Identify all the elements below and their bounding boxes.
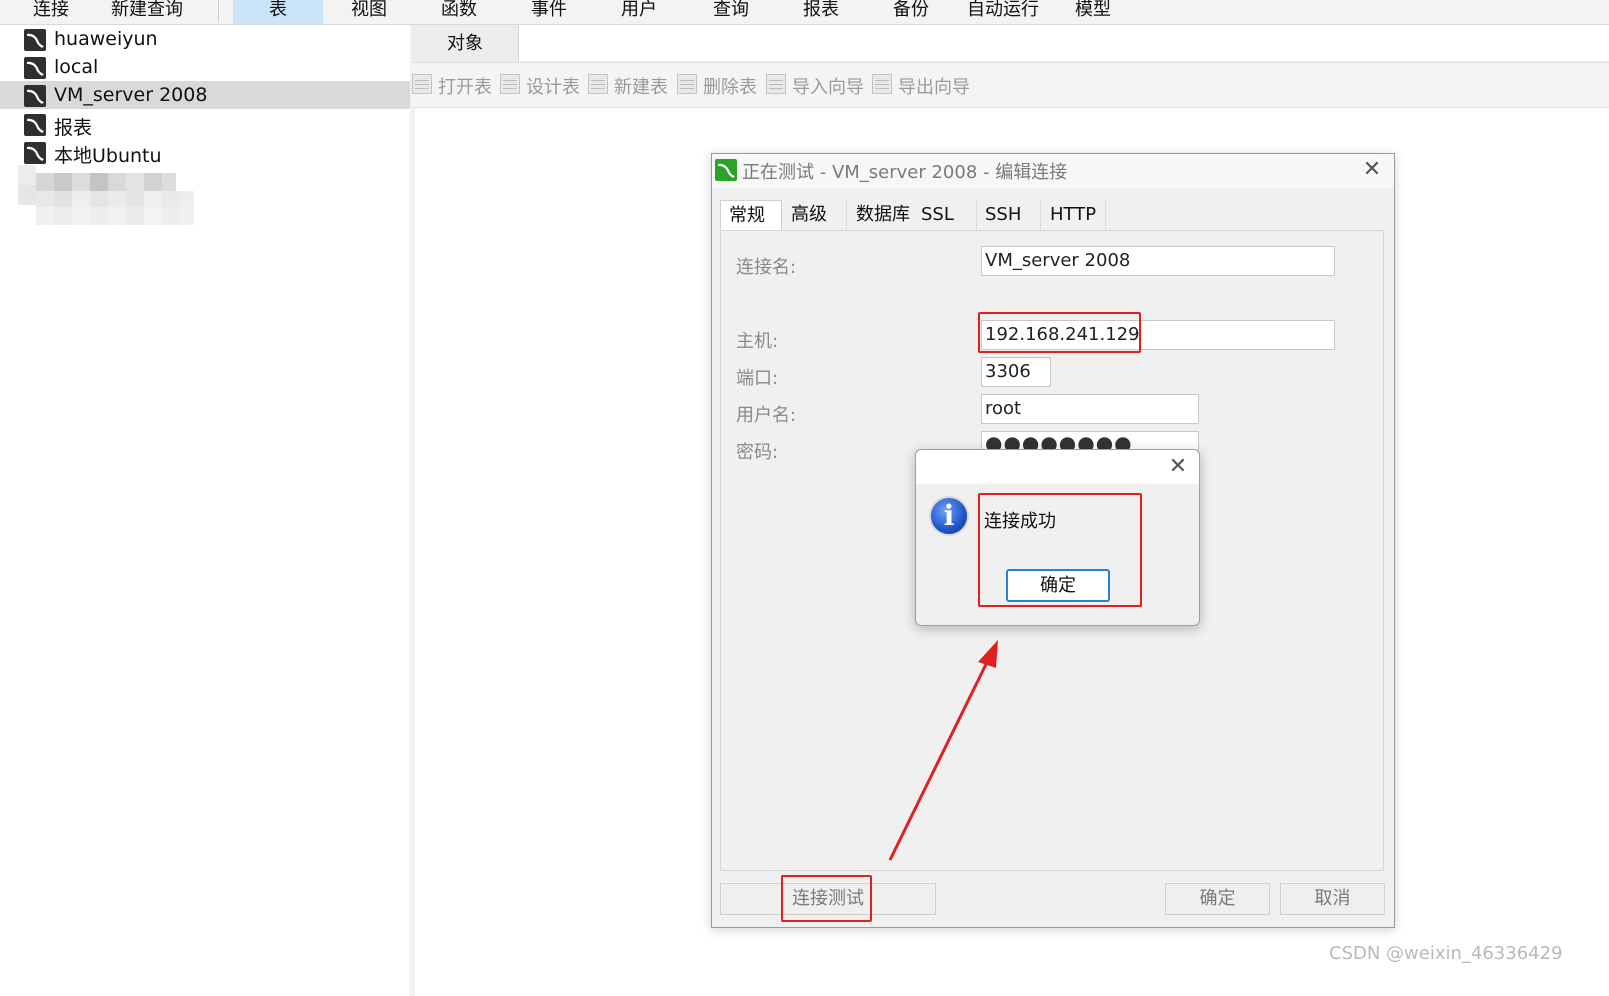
tab-strip-empty — [519, 25, 1609, 61]
tab-ssl[interactable]: SSL — [913, 200, 977, 230]
tab-database[interactable]: 数据库 — [848, 200, 914, 230]
mysql-connection-icon — [24, 85, 46, 107]
mysql-connection-icon — [24, 57, 46, 79]
host-label: 主机: — [736, 331, 779, 352]
info-icon: i — [929, 496, 969, 536]
export-wizard-icon — [872, 74, 892, 94]
object-toolbar: 打开表 设计表 新建表 删除表 导入向导 导出向导 — [412, 63, 1609, 108]
menu-view[interactable]: 视图 — [340, 0, 398, 24]
mysql-connection-icon — [24, 114, 46, 136]
menu-table[interactable]: 表 — [233, 0, 323, 24]
menu-report[interactable]: 报表 — [792, 0, 850, 24]
close-icon[interactable]: ✕ — [1166, 455, 1190, 479]
tab-http[interactable]: HTTP — [1042, 200, 1106, 230]
annotation-box-host — [978, 312, 1141, 353]
dialog-title: 正在测试 - VM_server 2008 - 编辑连接 — [742, 162, 1068, 183]
new-table-icon — [588, 74, 608, 94]
tree-item-local[interactable]: local — [0, 53, 410, 81]
menu-new-query[interactable]: 新建查询 — [100, 0, 194, 24]
tab-advanced[interactable]: 高级 — [783, 200, 847, 230]
menu-event[interactable]: 事件 — [520, 0, 578, 24]
ok-button[interactable]: 确定 — [1165, 883, 1270, 915]
tab-ssh[interactable]: SSH — [977, 200, 1041, 230]
message-title-bar: ✕ — [916, 450, 1199, 484]
password-label: 密码: — [736, 442, 779, 463]
menu-bar: 连接 新建查询 表 视图 函数 事件 用户 查询 报表 备份 自动运行 模型 — [0, 0, 1609, 25]
tree-item-label: local — [54, 56, 99, 78]
annotation-box-success — [978, 493, 1142, 607]
menu-query[interactable]: 查询 — [702, 0, 760, 24]
tab-objects[interactable]: 对象 — [412, 25, 519, 62]
connection-tree: huaweiyun local VM_server 2008 报表 本地Ubun… — [0, 25, 415, 996]
tree-item-vm-server-2008[interactable]: VM_server 2008 — [0, 81, 410, 109]
tree-item-huaweiyun[interactable]: huaweiyun — [0, 25, 410, 53]
annotation-box-test-button — [781, 875, 872, 922]
menu-backup[interactable]: 备份 — [882, 0, 940, 24]
close-icon[interactable]: ✕ — [1360, 158, 1384, 182]
object-tab-strip: 对象 — [412, 25, 1609, 63]
design-table-icon — [500, 74, 520, 94]
tree-item-label: huaweiyun — [54, 28, 158, 50]
redacted-item — [18, 165, 194, 225]
import-wizard-icon — [766, 74, 786, 94]
mysql-connection-icon — [24, 29, 46, 51]
menu-user[interactable]: 用户 — [610, 0, 668, 24]
watermark: CSDN @weixin_46336429 — [1329, 943, 1563, 964]
port-label: 端口: — [736, 368, 779, 389]
username-label: 用户名: — [736, 405, 797, 426]
menu-separator — [218, 0, 219, 22]
annotation-arrow — [888, 640, 998, 861]
delete-table-icon — [677, 74, 697, 94]
tree-item-label: 本地Ubuntu — [54, 145, 162, 167]
menu-model[interactable]: 模型 — [1064, 0, 1122, 24]
menu-autorun[interactable]: 自动运行 — [962, 0, 1044, 24]
open-table-icon — [412, 74, 432, 94]
menu-function[interactable]: 函数 — [430, 0, 488, 24]
mysql-connection-icon — [24, 142, 46, 164]
tree-item-label: VM_server 2008 — [54, 84, 208, 106]
tree-item-local-ubuntu[interactable]: 本地Ubuntu — [0, 138, 410, 167]
tree-item-label: 报表 — [54, 117, 93, 139]
connection-name-label: 连接名: — [736, 257, 797, 278]
dialog-title-bar[interactable]: 正在测试 - VM_server 2008 - 编辑连接 ✕ — [712, 154, 1394, 188]
tree-item-report[interactable]: 报表 — [0, 110, 410, 139]
menu-connect[interactable]: 连接 — [22, 0, 80, 24]
cancel-button[interactable]: 取消 — [1280, 883, 1385, 915]
username-input[interactable]: root — [981, 394, 1199, 424]
tab-general[interactable]: 常规 — [720, 200, 782, 230]
connection-name-input[interactable]: VM_server 2008 — [981, 246, 1335, 276]
navicat-app-icon — [715, 159, 737, 181]
port-input[interactable]: 3306 — [981, 357, 1051, 387]
